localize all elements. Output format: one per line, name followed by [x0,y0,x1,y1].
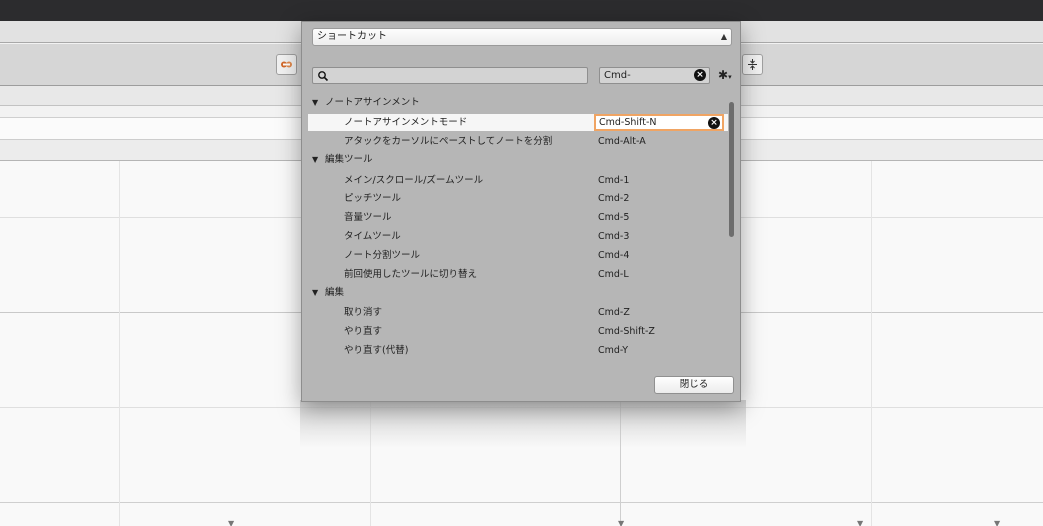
clear-icon[interactable]: × [708,117,720,129]
command-name: やり直す(代替) [344,345,409,356]
list-item[interactable]: やり直す Cmd-Shift-Z [308,323,728,340]
command-name: 音量ツール [344,212,392,223]
marker-icon: ▼ [228,519,235,526]
category-select-value: ショートカット [317,31,387,42]
list-item[interactable]: ピッチツール Cmd-2 [308,190,728,207]
scrollbar-thumb[interactable] [729,102,734,237]
gear-icon[interactable]: ✱▾ [718,68,732,82]
command-name: ピッチツール [344,193,402,204]
close-button[interactable]: 閉じる [654,376,734,394]
command-name: タイムツール [344,231,401,242]
shortcut-list: ▼ ノートアサインメント ノートアサインメントモード Cmd-Shift-N ×… [308,94,728,374]
list-item[interactable]: 音量ツール Cmd-5 [308,209,728,226]
search-input[interactable] [312,67,588,84]
shortcut-key: Cmd-Z [598,307,630,318]
shortcut-key: Cmd-Shift-Z [598,326,655,337]
list-item[interactable]: 前回使用したツールに切り替え Cmd-L [308,266,728,283]
command-name: アタックをカーソルにペーストしてノートを分割 [344,136,553,147]
shortcut-key: Cmd-Alt-A [598,136,646,147]
menu-bar [0,0,1043,21]
shortcut-edit-field[interactable]: Cmd-Shift-N × [594,114,724,131]
clear-icon[interactable]: × [694,69,706,81]
shortcut-key: Cmd-Y [598,345,629,356]
category-select[interactable]: ショートカット ▲ [312,28,732,46]
list-item[interactable]: やり直す(代替) Cmd-Y [308,342,728,359]
marker-icon: ▼ [618,519,625,526]
disclosure-triangle-icon[interactable]: ▼ [312,151,318,168]
list-item[interactable]: タイムツール Cmd-3 [308,228,728,245]
list-item[interactable]: アタックをカーソルにペーストしてノートを分割 Cmd-Alt-A [308,133,728,150]
shortcut-filter-input[interactable]: Cmd- × [599,67,710,84]
marker-icon: ▼ [994,519,1001,526]
command-name: メイン/スクロール/ズームツール [344,175,484,186]
shortcut-key: Cmd-2 [598,193,630,204]
command-name: ノートアサインメントモード [344,117,468,128]
command-name: 前回使用したツールに切り替え [344,269,478,280]
list-item[interactable]: 取り消す Cmd-Z [308,304,728,321]
shortcut-key: Cmd-L [598,269,629,280]
shortcut-key: Cmd-4 [598,250,630,261]
shortcut-key: Cmd-3 [598,231,630,242]
shortcuts-dialog: ショートカット ▲ Cmd- × ✱▾ ▼ ノートアサインメント ノートアサイン… [301,21,741,402]
dialog-shadow [300,400,746,448]
shortcut-key: Cmd-5 [598,212,630,223]
link-icon[interactable] [276,54,297,75]
disclosure-triangle-icon[interactable]: ▼ [312,284,318,301]
disclosure-triangle-icon[interactable]: ▼ [312,94,318,111]
command-name: やり直す [344,326,383,337]
group-header[interactable]: ▼ 編集ツール [308,151,728,168]
group-header[interactable]: ▼ ノートアサインメント [308,94,728,111]
list-item[interactable]: ノート分割ツール Cmd-4 [308,247,728,264]
list-item[interactable]: メイン/スクロール/ズームツール Cmd-1 [308,172,728,189]
filter-value: Cmd- [604,70,631,81]
updown-arrows-icon: ▲ [720,32,727,41]
command-name: ノート分割ツール [344,250,421,261]
group-header[interactable]: ▼ 編集 [308,284,728,301]
scrollbar[interactable] [729,102,735,364]
collapse-icon[interactable] [742,54,763,75]
list-item[interactable]: ノートアサインメントモード Cmd-Shift-N × [308,114,728,131]
shortcut-key: Cmd-1 [598,175,630,186]
marker-icon: ▼ [857,519,864,526]
search-icon [318,71,329,82]
command-name: 取り消す [344,307,383,318]
